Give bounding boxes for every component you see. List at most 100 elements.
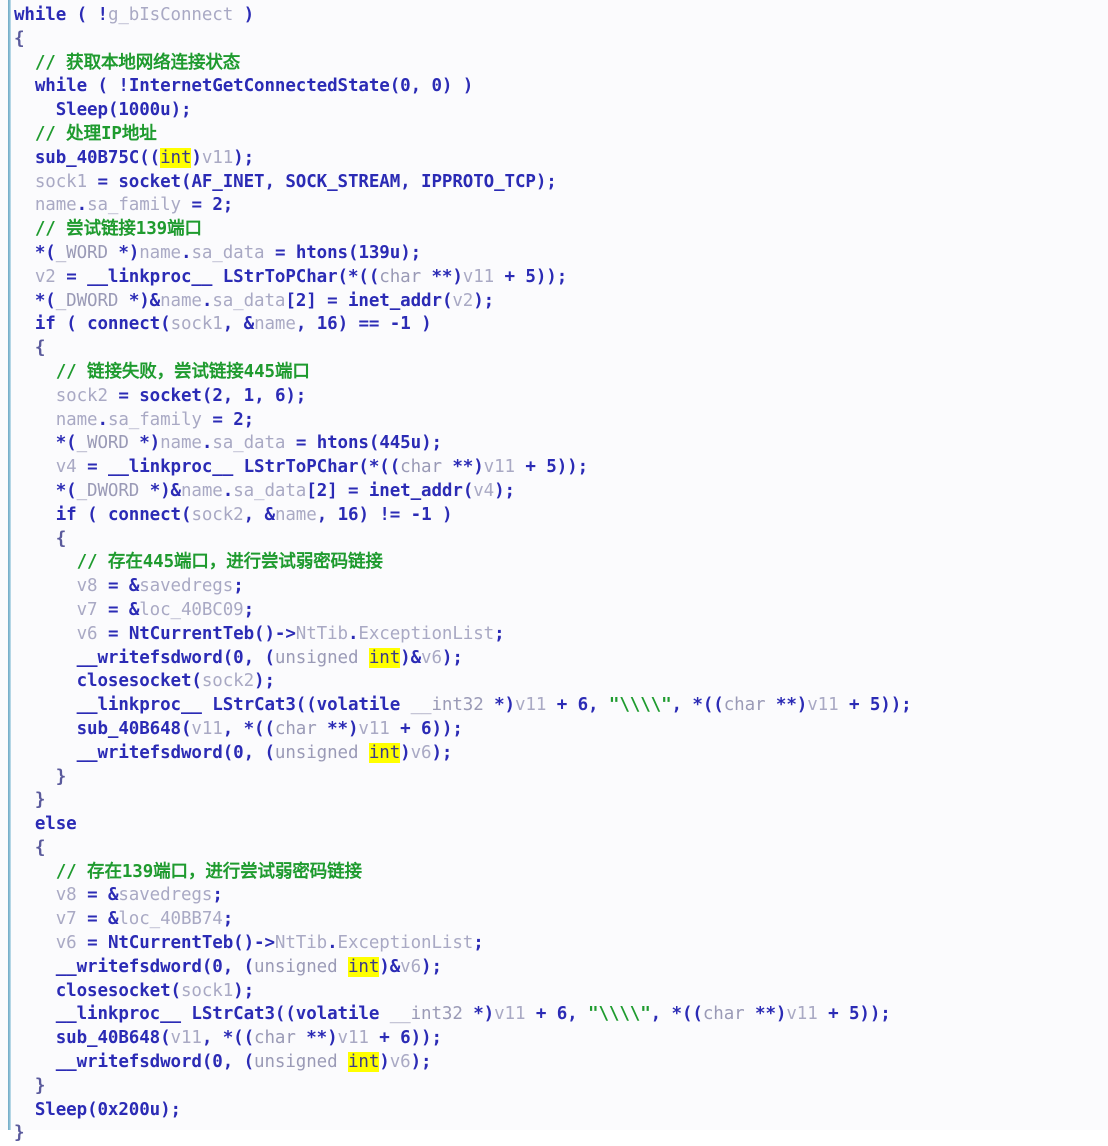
code-line[interactable]: { [14,28,1104,52]
code-line[interactable]: if ( connect(sock2, &name, 16) != -1 ) [14,504,1104,528]
code-token: ( [243,1052,255,1073]
code-token: char [254,1028,296,1049]
code-line[interactable]: sub_40B75C((int)v11); [14,147,1104,171]
code-line[interactable]: // 尝试链接139端口 [14,218,1104,242]
code-token: __linkproc__ [55,1004,181,1025]
code-line[interactable]: if ( connect(sock1, &name, 16) == -1 ) [14,313,1104,337]
code-line[interactable]: Sleep(0x200u); [14,1099,1104,1123]
code-token: __linkproc__ [87,266,213,287]
code-line[interactable]: // 链接失败，尝试链接445端口 [14,361,1104,385]
code-line[interactable]: v7 = &loc_40BC09; [14,599,1104,623]
code-line[interactable]: __writefsdword(0, (unsigned int)v6); [14,742,1104,766]
code-token: ( [107,100,119,121]
code-token: ); [473,290,495,311]
code-line[interactable]: else [14,813,1104,837]
code-token: ); [441,647,463,668]
code-line[interactable]: v8 = &savedregs; [14,575,1104,599]
code-line[interactable]: *(_DWORD *)&name.sa_data[2] = inet_addr(… [14,480,1104,504]
code-token: (( [139,147,161,168]
code-token: )); [535,266,568,287]
code-token: v8 [55,885,77,906]
code-line[interactable]: } [14,1075,1104,1099]
code-line[interactable]: } [14,789,1104,813]
code-line[interactable]: { [14,837,1104,861]
code-line[interactable]: // 存在139端口，进行尝试弱密码链接 [14,861,1104,885]
code-token: sa_data [212,433,286,454]
code-token: SOCK_STREAM [285,171,401,192]
code-token: NtCurrentTeb [107,933,234,954]
code-token: AF_INET [191,171,265,192]
code-token: ( [87,504,98,525]
code-line[interactable]: *(_WORD *)name.sa_data = htons(139u); [14,242,1104,266]
code-line[interactable]: v6 = NtCurrentTeb()->NtTib.ExceptionList… [14,932,1104,956]
code-token: socket [139,385,202,406]
code-token: ; [243,409,255,430]
code-token: = [107,623,119,644]
code-line[interactable]: // 处理IP地址 [14,123,1104,147]
code-line[interactable]: { [14,528,1104,552]
code-token: & [128,576,140,597]
code-line[interactable]: { [14,337,1104,361]
code-token: , [295,314,307,335]
code-token: ( [222,647,234,668]
code-token: , [243,742,255,763]
code-line[interactable]: v2 = __linkproc__ LStrToPChar(*((char **… [14,266,1104,290]
code-token: ExceptionList [358,623,495,644]
code-token: __linkproc__ [76,695,202,716]
code-token: *( [55,433,77,454]
code-token: ( [160,1028,171,1049]
code-token: v2 [452,290,474,311]
code-line[interactable]: closesocket(sock1); [14,980,1104,1004]
code-token: , [243,504,255,525]
code-token: sock2 [201,671,255,692]
code-line[interactable]: } [14,1122,1104,1146]
code-line[interactable]: __linkproc__ LStrCat3((volatile __int32 … [14,1003,1104,1027]
code-token: 445u [379,433,422,454]
code-line[interactable]: closesocket(sock2); [14,670,1104,694]
code-line[interactable]: *(_DWORD *)&name.sa_data[2] = inet_addr(… [14,290,1104,314]
code-token: g_bIsConnect [107,5,234,25]
code-line[interactable]: __writefsdword(0, (unsigned int)&v6); [14,647,1104,671]
code-token: v7 [55,909,77,930]
code-token: **) [306,1028,338,1049]
code-token: ( [441,290,453,311]
code-line[interactable]: // 获取本地网络连接状态 [14,52,1104,76]
code-line[interactable]: v8 = &savedregs; [14,884,1104,908]
code-line[interactable]: } [14,766,1104,790]
code-token: , [400,171,411,192]
code-line[interactable]: sock1 = socket(AF_INET, SOCK_STREAM, IPP… [14,171,1104,195]
code-line[interactable]: v6 = NtCurrentTeb()->NtTib.ExceptionList… [14,623,1104,647]
code-line[interactable]: // 存在445端口，进行尝试弱密码链接 [14,551,1104,575]
code-line[interactable]: Sleep(1000u); [14,99,1104,123]
code-token: ( [462,480,474,501]
code-token: ] [306,290,317,311]
code-token: ) [441,504,453,525]
code-token: . [327,933,338,954]
code-token: name [254,314,296,335]
code-token: v6 [421,647,442,668]
code-token: = [118,385,129,406]
code-token: sa_data [233,480,307,501]
code-line[interactable]: v7 = &loc_40BB74; [14,908,1104,932]
code-token: socket [118,171,181,192]
code-line[interactable]: sub_40B648(v11, *((char **)v11 + 6)); [14,718,1104,742]
code-line[interactable]: name.sa_family = 2; [14,409,1104,433]
code-line[interactable]: sock2 = socket(2, 1, 6); [14,385,1104,409]
code-line[interactable]: name.sa_family = 2; [14,194,1104,218]
code-line[interactable]: __linkproc__ LStrCat3((volatile __int32 … [14,694,1104,718]
code-token: + [504,266,516,287]
code-line[interactable]: v4 = __linkproc__ LStrToPChar(*((char **… [14,456,1104,480]
code-line[interactable]: while ( !g_bIsConnect ) [14,4,1104,28]
code-token: else [34,814,77,835]
code-line[interactable]: sub_40B648(v11, *((char **)v11 + 6)); [14,1027,1104,1051]
code-line[interactable]: __writefsdword(0, (unsigned int)&v6); [14,956,1104,980]
code-token: unsigned [274,742,359,763]
code-line[interactable]: __writefsdword(0, (unsigned int)v6); [14,1051,1104,1075]
code-token: name [160,433,202,454]
code-token: name [274,504,317,525]
code-token: = [97,171,109,192]
code-token: 5 [546,457,557,478]
code-line[interactable]: while ( !InternetGetConnectedState(0, 0)… [14,75,1104,99]
code-line[interactable]: *(_WORD *)name.sa_data = htons(445u); [14,432,1104,456]
code-token: v7 [76,599,98,620]
